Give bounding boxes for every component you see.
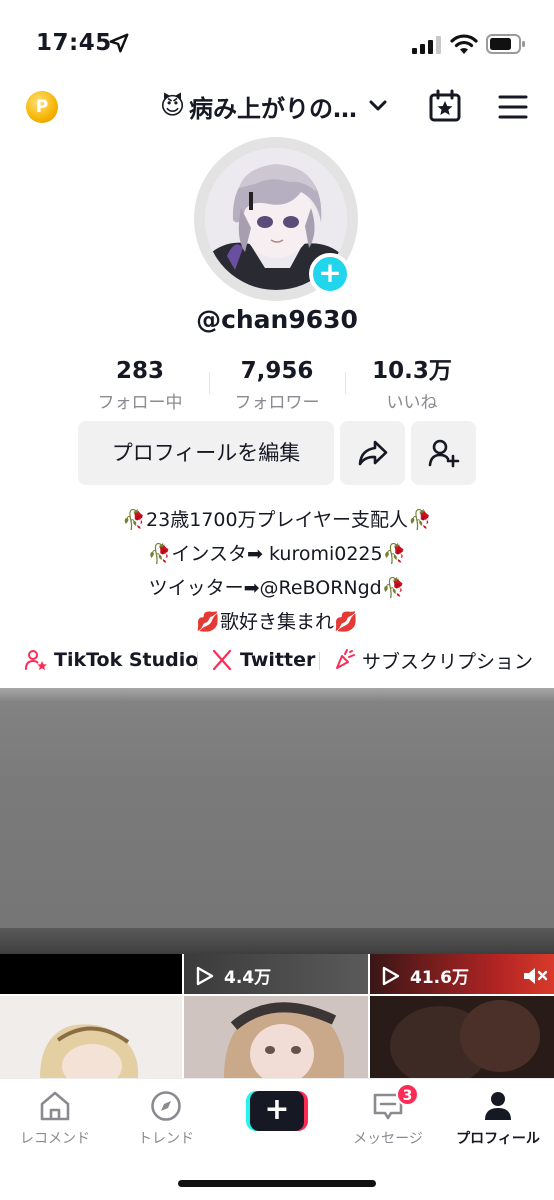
likes-stat[interactable]: 10.3万 いいね: [342, 356, 482, 413]
link-label: Twitter: [240, 649, 316, 671]
wilted-rose-emoji: 🥀: [382, 543, 407, 565]
profile-links-row: TikTok Studio Twitter サブスクリプション: [0, 643, 554, 677]
calendar-star-icon[interactable]: [428, 89, 462, 123]
bio-line-3: ツイッター➡@ReBORNgd🥀: [0, 573, 554, 600]
nav-label: プロフィール: [456, 1131, 540, 1147]
location-arrow-icon: [109, 33, 129, 53]
followers-count: 7,956: [240, 358, 314, 384]
profile-icon: [485, 1092, 511, 1120]
followers-label: フォロワー: [234, 393, 320, 413]
create-button[interactable]: +: [246, 1091, 308, 1131]
home-indicator[interactable]: [178, 1180, 376, 1187]
status-time: 17:45: [36, 30, 112, 56]
link-divider: [319, 652, 320, 670]
view-count: 41.6万: [382, 963, 469, 988]
link-label: TikTok Studio: [54, 649, 199, 671]
kiss-emoji: 💋: [196, 611, 220, 633]
following-count: 283: [115, 358, 164, 384]
add-user-icon: [428, 439, 460, 468]
video-tile[interactable]: 41.6万: [370, 954, 554, 994]
view-count-text: 41.6万: [410, 968, 469, 988]
link-label: サブスクリプション: [362, 650, 534, 673]
view-count: 4.4万: [196, 963, 271, 988]
video-tile[interactable]: [0, 954, 182, 994]
home-icon: [40, 1091, 70, 1121]
following-label: フォロー中: [97, 393, 183, 413]
kiss-emoji: 💋: [334, 611, 358, 633]
share-arrow-icon: [358, 440, 388, 466]
username: @chan9630: [196, 305, 358, 334]
account-name: 病み上がりの…: [189, 94, 358, 123]
following-stat[interactable]: 283 フォロー中: [70, 356, 210, 413]
wilted-rose-emoji: 🥀: [407, 509, 432, 531]
bio-instagram-handle: kuromi0225: [268, 543, 383, 565]
likes-label: いいね: [386, 393, 438, 413]
add-avatar-button[interactable]: +: [309, 253, 351, 295]
devil-emoji: 😈: [160, 92, 186, 120]
likes-count: 10.3万: [372, 358, 452, 384]
play-icon: [382, 966, 400, 985]
bio-text: 23歳1700万プレイヤー支配人: [146, 509, 408, 531]
nav-label: トレンド: [138, 1131, 194, 1147]
edit-profile-button[interactable]: プロフィールを編集: [78, 421, 334, 485]
wifi-icon: [450, 34, 478, 54]
compass-icon: [151, 1091, 181, 1121]
account-switcher[interactable]: 😈 病み上がりの…: [160, 86, 387, 126]
video-tile-edge: [0, 928, 554, 954]
subscription-link[interactable]: サブスクリプション: [332, 643, 533, 677]
subscription-icon: [336, 649, 355, 669]
add-friend-button[interactable]: [411, 421, 476, 485]
chevron-down-icon: [369, 100, 387, 111]
video-tile[interactable]: [184, 996, 368, 1078]
bio-text: 歌好き集まれ: [219, 611, 334, 633]
video-thumbnail: [184, 996, 368, 1078]
battery-icon: [486, 34, 525, 54]
view-count-text: 4.4万: [224, 968, 272, 988]
inbox-badge: 3: [396, 1083, 419, 1106]
video-tile[interactable]: [0, 996, 182, 1078]
pinned-video-tile[interactable]: [0, 688, 554, 928]
followers-stat[interactable]: 7,956 フォロワー: [207, 356, 347, 413]
mute-icon[interactable]: [522, 965, 548, 987]
nav-discover[interactable]: トレンド: [111, 1089, 221, 1148]
wilted-rose-emoji: 🥀: [381, 577, 406, 599]
studio-icon: [25, 650, 47, 670]
video-tile[interactable]: [370, 996, 554, 1078]
wilted-rose-emoji: 🥀: [122, 509, 147, 531]
bio-text: インスタ➡: [171, 543, 269, 565]
cellular-signal-icon: [412, 36, 441, 54]
video-tile[interactable]: 4.4万: [184, 954, 368, 994]
video-thumbnail: [40, 1024, 139, 1078]
nav-label: メッセージ: [353, 1131, 423, 1147]
nav-profile[interactable]: プロフィール: [443, 1089, 553, 1148]
wilted-rose-emoji: 🥀: [147, 543, 172, 565]
menu-icon[interactable]: [498, 94, 528, 120]
twitter-link[interactable]: Twitter: [210, 643, 315, 677]
tiktok-studio-link[interactable]: TikTok Studio: [24, 643, 198, 677]
bio-text: ツイッター➡@ReBORNgd: [148, 577, 382, 599]
bio-line-1: 🥀23歳1700万プレイヤー支配人🥀: [0, 505, 554, 532]
x-icon: [212, 649, 232, 671]
bio-line-2: 🥀インスタ➡ kuromi0225🥀: [0, 539, 554, 566]
share-profile-button[interactable]: [340, 421, 405, 485]
nav-inbox[interactable]: メッセージ: [333, 1089, 443, 1148]
video-thumbnail: [370, 996, 554, 1078]
bio-line-4: 💋歌好き集まれ💋: [0, 607, 554, 634]
link-divider: [197, 652, 198, 670]
play-icon: [196, 966, 214, 985]
nav-label: レコメンド: [20, 1131, 90, 1147]
coin-icon[interactable]: P: [26, 91, 58, 123]
status-bar: 17:45: [0, 0, 554, 88]
create-plus: +: [250, 1091, 304, 1131]
nav-home[interactable]: レコメンド: [0, 1089, 110, 1148]
